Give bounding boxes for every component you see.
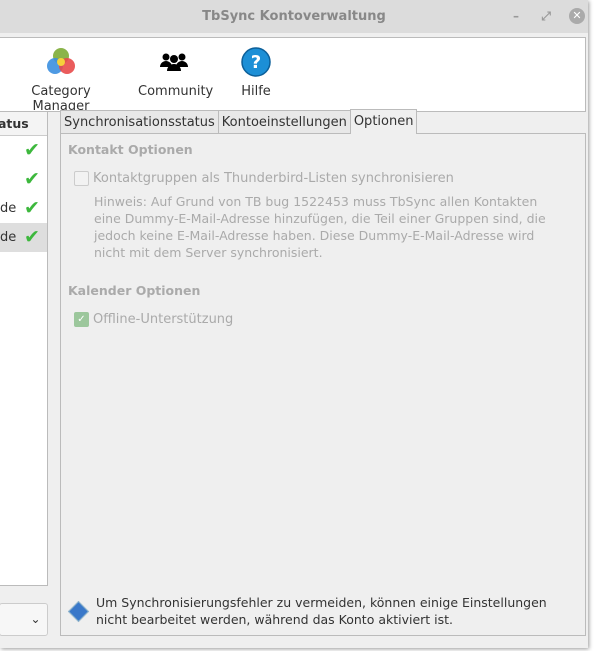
close-icon[interactable]: ✕	[569, 8, 585, 24]
maximize-icon[interactable]: ⤢	[538, 8, 554, 24]
community-button[interactable]: Community	[138, 46, 214, 99]
hint-text: Hinweis: Auf Grund von TB bug 1522453 mu…	[94, 194, 546, 260]
tbsync-window: TbSync Kontoverwaltung – ⤢ ✕ Category Ma…	[0, 0, 588, 648]
toolbar-label: Community	[138, 84, 214, 99]
options-panel: Kontakt Optionen Kontaktgruppen als Thun…	[60, 133, 586, 636]
tab-sync-status[interactable]: Synchronisationsstatus	[60, 110, 219, 133]
check-icon: ✔	[24, 168, 40, 190]
minimize-icon[interactable]: –	[508, 8, 524, 24]
checkbox-label: Offline-Unterstützung	[93, 312, 234, 327]
info-message: Um Synchronisierungsfehler zu vermeiden,…	[67, 594, 568, 628]
checkbox-icon	[74, 171, 89, 186]
account-list: tatus ✔ ✔ de ✔ de ✔	[0, 111, 48, 586]
check-icon: ✔	[24, 197, 40, 219]
contact-groups-checkbox[interactable]: Kontaktgruppen als Thunderbird-Listen sy…	[74, 171, 454, 186]
contact-options-heading: Kontakt Optionen	[68, 142, 193, 157]
window-title: TbSync Kontoverwaltung	[202, 9, 386, 24]
toolbar-label: Hilfe	[241, 84, 271, 99]
account-label: de	[0, 230, 17, 245]
account-actions-dropdown[interactable]: ⌄	[0, 603, 48, 636]
help-button[interactable]: ? Hilfe	[234, 46, 278, 99]
background-window	[592, 0, 600, 651]
help-icon: ?	[234, 46, 278, 78]
tab-bar: Synchronisationsstatus Kontoeinstellunge…	[60, 109, 418, 134]
account-row[interactable]: ✔	[0, 165, 47, 194]
info-icon	[67, 600, 90, 623]
tab-options[interactable]: Optionen	[349, 109, 418, 134]
svg-text:?: ?	[251, 52, 261, 73]
tab-account-settings[interactable]: Kontoeinstellungen	[217, 110, 351, 133]
check-icon: ✔	[24, 139, 40, 161]
status-column-header[interactable]: tatus	[0, 112, 47, 136]
calendar-options-heading: Kalender Optionen	[68, 283, 201, 298]
community-icon	[138, 46, 210, 78]
chevron-down-icon: ⌄	[30, 612, 41, 626]
account-row[interactable]: de ✔	[0, 194, 47, 223]
checkbox-label: Kontaktgruppen als Thunderbird-Listen sy…	[93, 171, 454, 186]
account-row-selected[interactable]: de ✔	[0, 223, 47, 252]
category-manager-icon	[5, 46, 117, 78]
checkbox-checked-icon: ✓	[74, 312, 89, 327]
toolbar: Category Manager Community ? Hilfe	[0, 37, 586, 114]
offline-support-checkbox[interactable]: ✓ Offline-Unterstützung	[74, 312, 233, 327]
check-icon: ✔	[24, 226, 40, 248]
category-manager-button[interactable]: Category Manager	[5, 46, 117, 114]
title-bar: TbSync Kontoverwaltung – ⤢ ✕	[0, 0, 588, 33]
account-label: de	[0, 201, 17, 216]
info-text: Um Synchronisierungsfehler zu vermeiden,…	[96, 595, 547, 627]
account-row[interactable]: ✔	[0, 136, 47, 165]
